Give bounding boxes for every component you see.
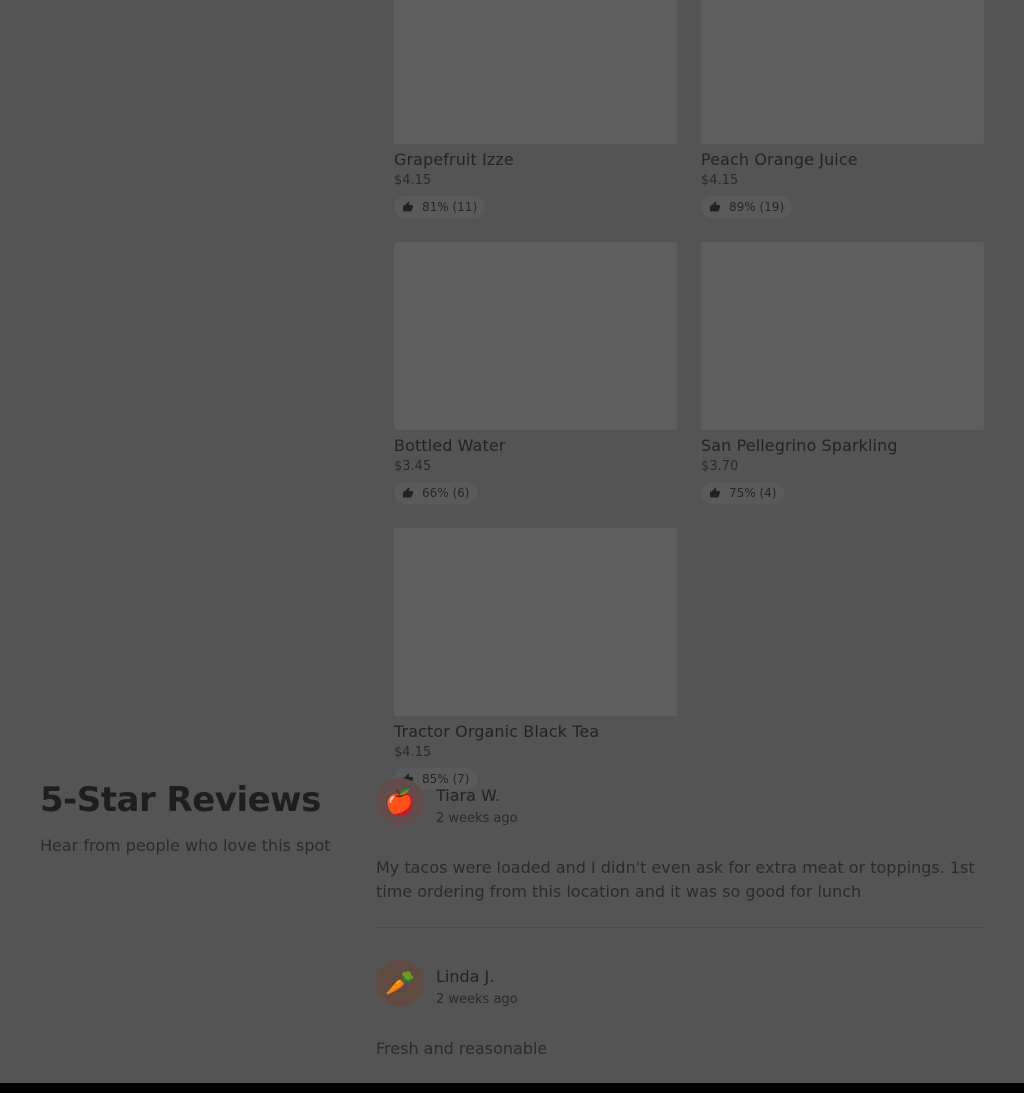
menu-item-card[interactable]: Peach Orange Juice $4.15 89% (19) — [701, 0, 984, 242]
menu-item-price: $3.70 — [701, 459, 739, 474]
review-timestamp: 2 weeks ago — [436, 811, 518, 826]
menu-item-name: Tractor Organic Black Tea — [394, 722, 600, 741]
apple-icon: 🍎 — [376, 778, 424, 826]
reviewer-name: Linda J. — [436, 967, 495, 986]
thumbs-up-icon — [709, 487, 721, 499]
reviews-subtitle: Hear from people who love this spot — [40, 836, 331, 855]
menu-item-image[interactable] — [701, 242, 984, 430]
review-timestamp: 2 weeks ago — [436, 992, 518, 1007]
menu-item-name: Bottled Water — [394, 436, 506, 455]
rating-badge: 81% (11) — [394, 196, 486, 218]
menu-item-image[interactable] — [701, 0, 984, 144]
rating-badge: 89% (19) — [701, 196, 793, 218]
menu-item-price: $4.15 — [394, 173, 432, 188]
menu-item-name: Peach Orange Juice — [701, 150, 858, 169]
menu-item-grid: Grapefruit Izze $4.15 81% (11) Peach Ora… — [394, 0, 984, 814]
menu-item-price: $4.15 — [701, 173, 739, 188]
thumbs-up-icon — [402, 487, 414, 499]
menu-item-card[interactable]: San Pellegrino Sparkling $3.70 75% (4) — [701, 242, 984, 528]
reviewer-name: Tiara W. — [436, 786, 501, 805]
menu-item-price: $3.45 — [394, 459, 432, 474]
menu-item-price: $4.15 — [394, 745, 432, 760]
rating-text: 75% (4) — [729, 486, 777, 500]
review-text: My tacos were loaded and I didn't even a… — [376, 858, 975, 901]
rating-text: 81% (11) — [422, 200, 478, 214]
review-text: Fresh and reasonable — [376, 1039, 548, 1058]
rating-text: 89% (19) — [729, 200, 785, 214]
menu-item-card[interactable]: Bottled Water $3.45 66% (6) — [394, 242, 677, 528]
reviews-section: 5-Star Reviews Hear from people who love… — [0, 772, 1024, 1083]
thumbs-up-icon — [402, 201, 414, 213]
thumbs-up-icon — [709, 201, 721, 213]
rating-text: 66% (6) — [422, 486, 470, 500]
menu-item-image[interactable] — [394, 242, 677, 430]
menu-item-name: Grapefruit Izze — [394, 150, 514, 169]
carrot-icon: 🥕 — [376, 959, 424, 1007]
menu-item-image[interactable] — [394, 0, 677, 144]
menu-item-name: San Pellegrino Sparkling — [701, 436, 898, 455]
reviews-title: 5-Star Reviews — [40, 780, 321, 820]
menu-item-image[interactable] — [394, 528, 677, 716]
review-divider — [376, 927, 984, 928]
bottom-bar — [0, 1083, 1024, 1093]
menu-item-card[interactable]: Grapefruit Izze $4.15 81% (11) — [394, 0, 677, 242]
rating-badge: 66% (6) — [394, 482, 478, 504]
rating-badge: 75% (4) — [701, 482, 785, 504]
